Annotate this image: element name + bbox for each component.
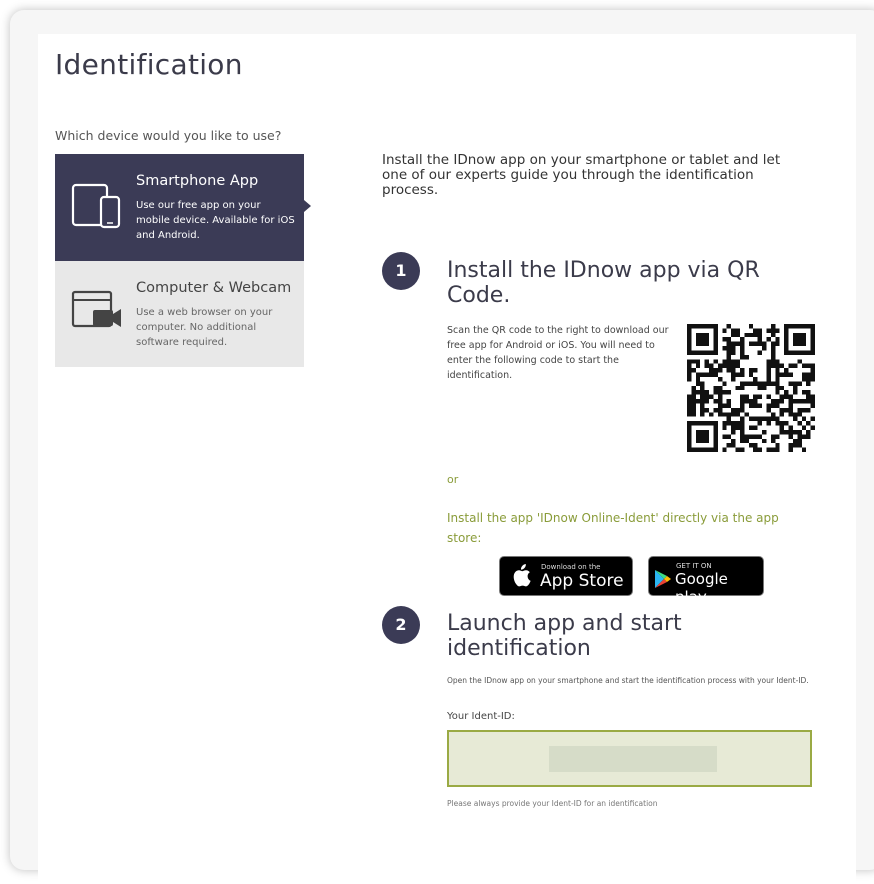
ident-id-hint: Please always provide your Ident-ID for … — [447, 799, 658, 808]
ident-id-value — [549, 746, 717, 772]
app-store-button[interactable]: Download on the App Store — [499, 556, 633, 596]
google-play-big-label: Google play — [675, 570, 728, 606]
step-1-title: Install the IDnow app via QR Code. — [447, 258, 760, 308]
step-2-text: Open the IDnow app on your smartphone an… — [447, 676, 809, 685]
google-play-small-label: GET IT ON — [676, 562, 712, 570]
apple-icon — [511, 564, 531, 591]
or-separator: or — [447, 473, 459, 486]
tablet-phone-icon — [71, 183, 123, 233]
option-smartphone-app[interactable]: Smartphone App Use our free app on your … — [55, 154, 304, 261]
app-store-big-label: App Store — [540, 571, 624, 591]
google-play-icon — [654, 569, 672, 593]
option-title: Computer & Webcam — [136, 280, 292, 296]
google-play-button[interactable]: GET IT ON Google play — [648, 556, 764, 606]
device-question: Which device would you like to use? — [55, 128, 282, 143]
step-2-badge: 2 — [382, 606, 420, 644]
ident-id-field[interactable] — [447, 730, 812, 787]
step-1-text: Scan the QR code to the right to downloa… — [447, 325, 669, 381]
selected-pointer — [304, 200, 311, 212]
store-instruction: Install the app 'IDnow Online-Ident' dir… — [447, 511, 779, 545]
option-computer-webcam[interactable]: Computer & Webcam Use a web browser on y… — [55, 261, 304, 367]
step-1-badge: 1 — [382, 252, 420, 290]
option-title: Smartphone App — [136, 173, 259, 189]
computer-webcam-icon — [71, 290, 125, 338]
intro-text: Install the IDnow app on your smartphone… — [382, 152, 781, 198]
page-title: Identification — [55, 48, 243, 81]
ident-id-label: Your Ident-ID: — [447, 711, 515, 722]
app-store-small-label: Download on the — [541, 563, 601, 571]
qr-code — [687, 322, 815, 454]
option-description: Use a web browser on your computer. No a… — [136, 307, 273, 348]
option-description: Use our free app on your mobile device. … — [136, 200, 295, 241]
step-2-title: Launch app and start identification — [447, 611, 682, 661]
